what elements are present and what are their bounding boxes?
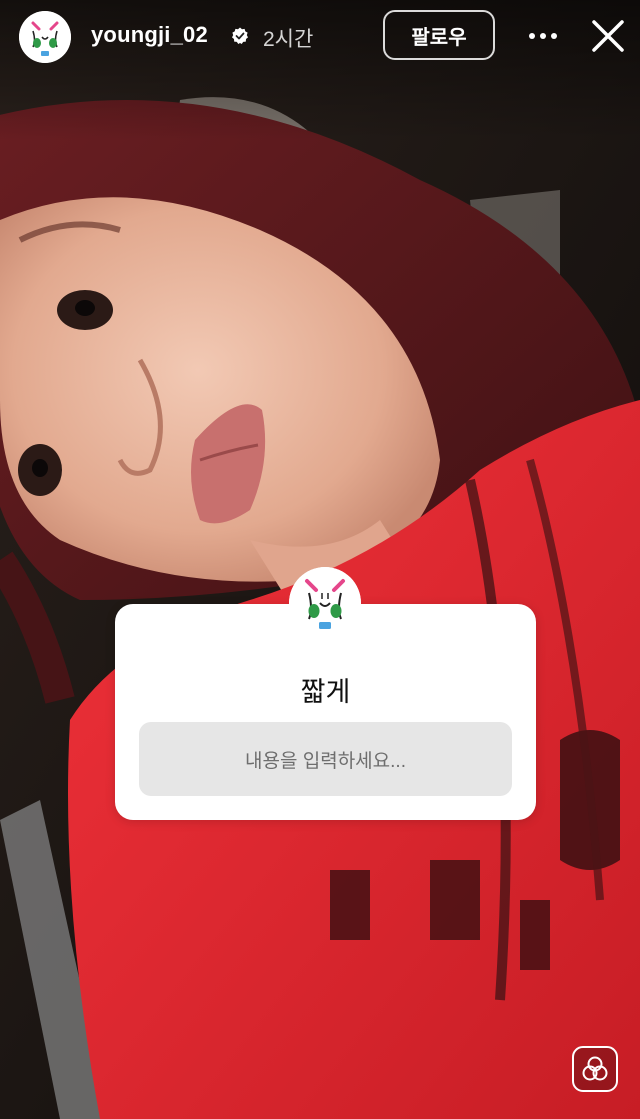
more-horizontal-icon [529,33,557,39]
story-header: youngji_02 2시간 팔로우 [0,0,640,72]
sticker-question: 짧게 [300,677,351,707]
effects-button[interactable] [572,1046,618,1092]
close-button[interactable] [588,16,628,56]
verified-badge-icon [231,27,249,45]
effects-icon [582,1056,608,1081]
story-viewer: youngji_02 2시간 팔로우 짧게 내용을 입력하세요... [0,0,640,1119]
follow-button[interactable]: 팔로우 [383,10,495,60]
username[interactable]: youngji_02 [91,22,208,48]
story-photo [0,0,640,1119]
profile-avatar[interactable] [19,11,71,63]
post-time: 2시간 [263,28,314,51]
sticker-avatar [289,567,361,639]
sticker-answer-input[interactable]: 내용을 입력하세요... [139,722,512,796]
avatar-illustration-icon [19,11,71,63]
avatar-illustration-icon [289,567,361,639]
more-options-button[interactable] [523,18,563,54]
close-icon [592,20,624,52]
